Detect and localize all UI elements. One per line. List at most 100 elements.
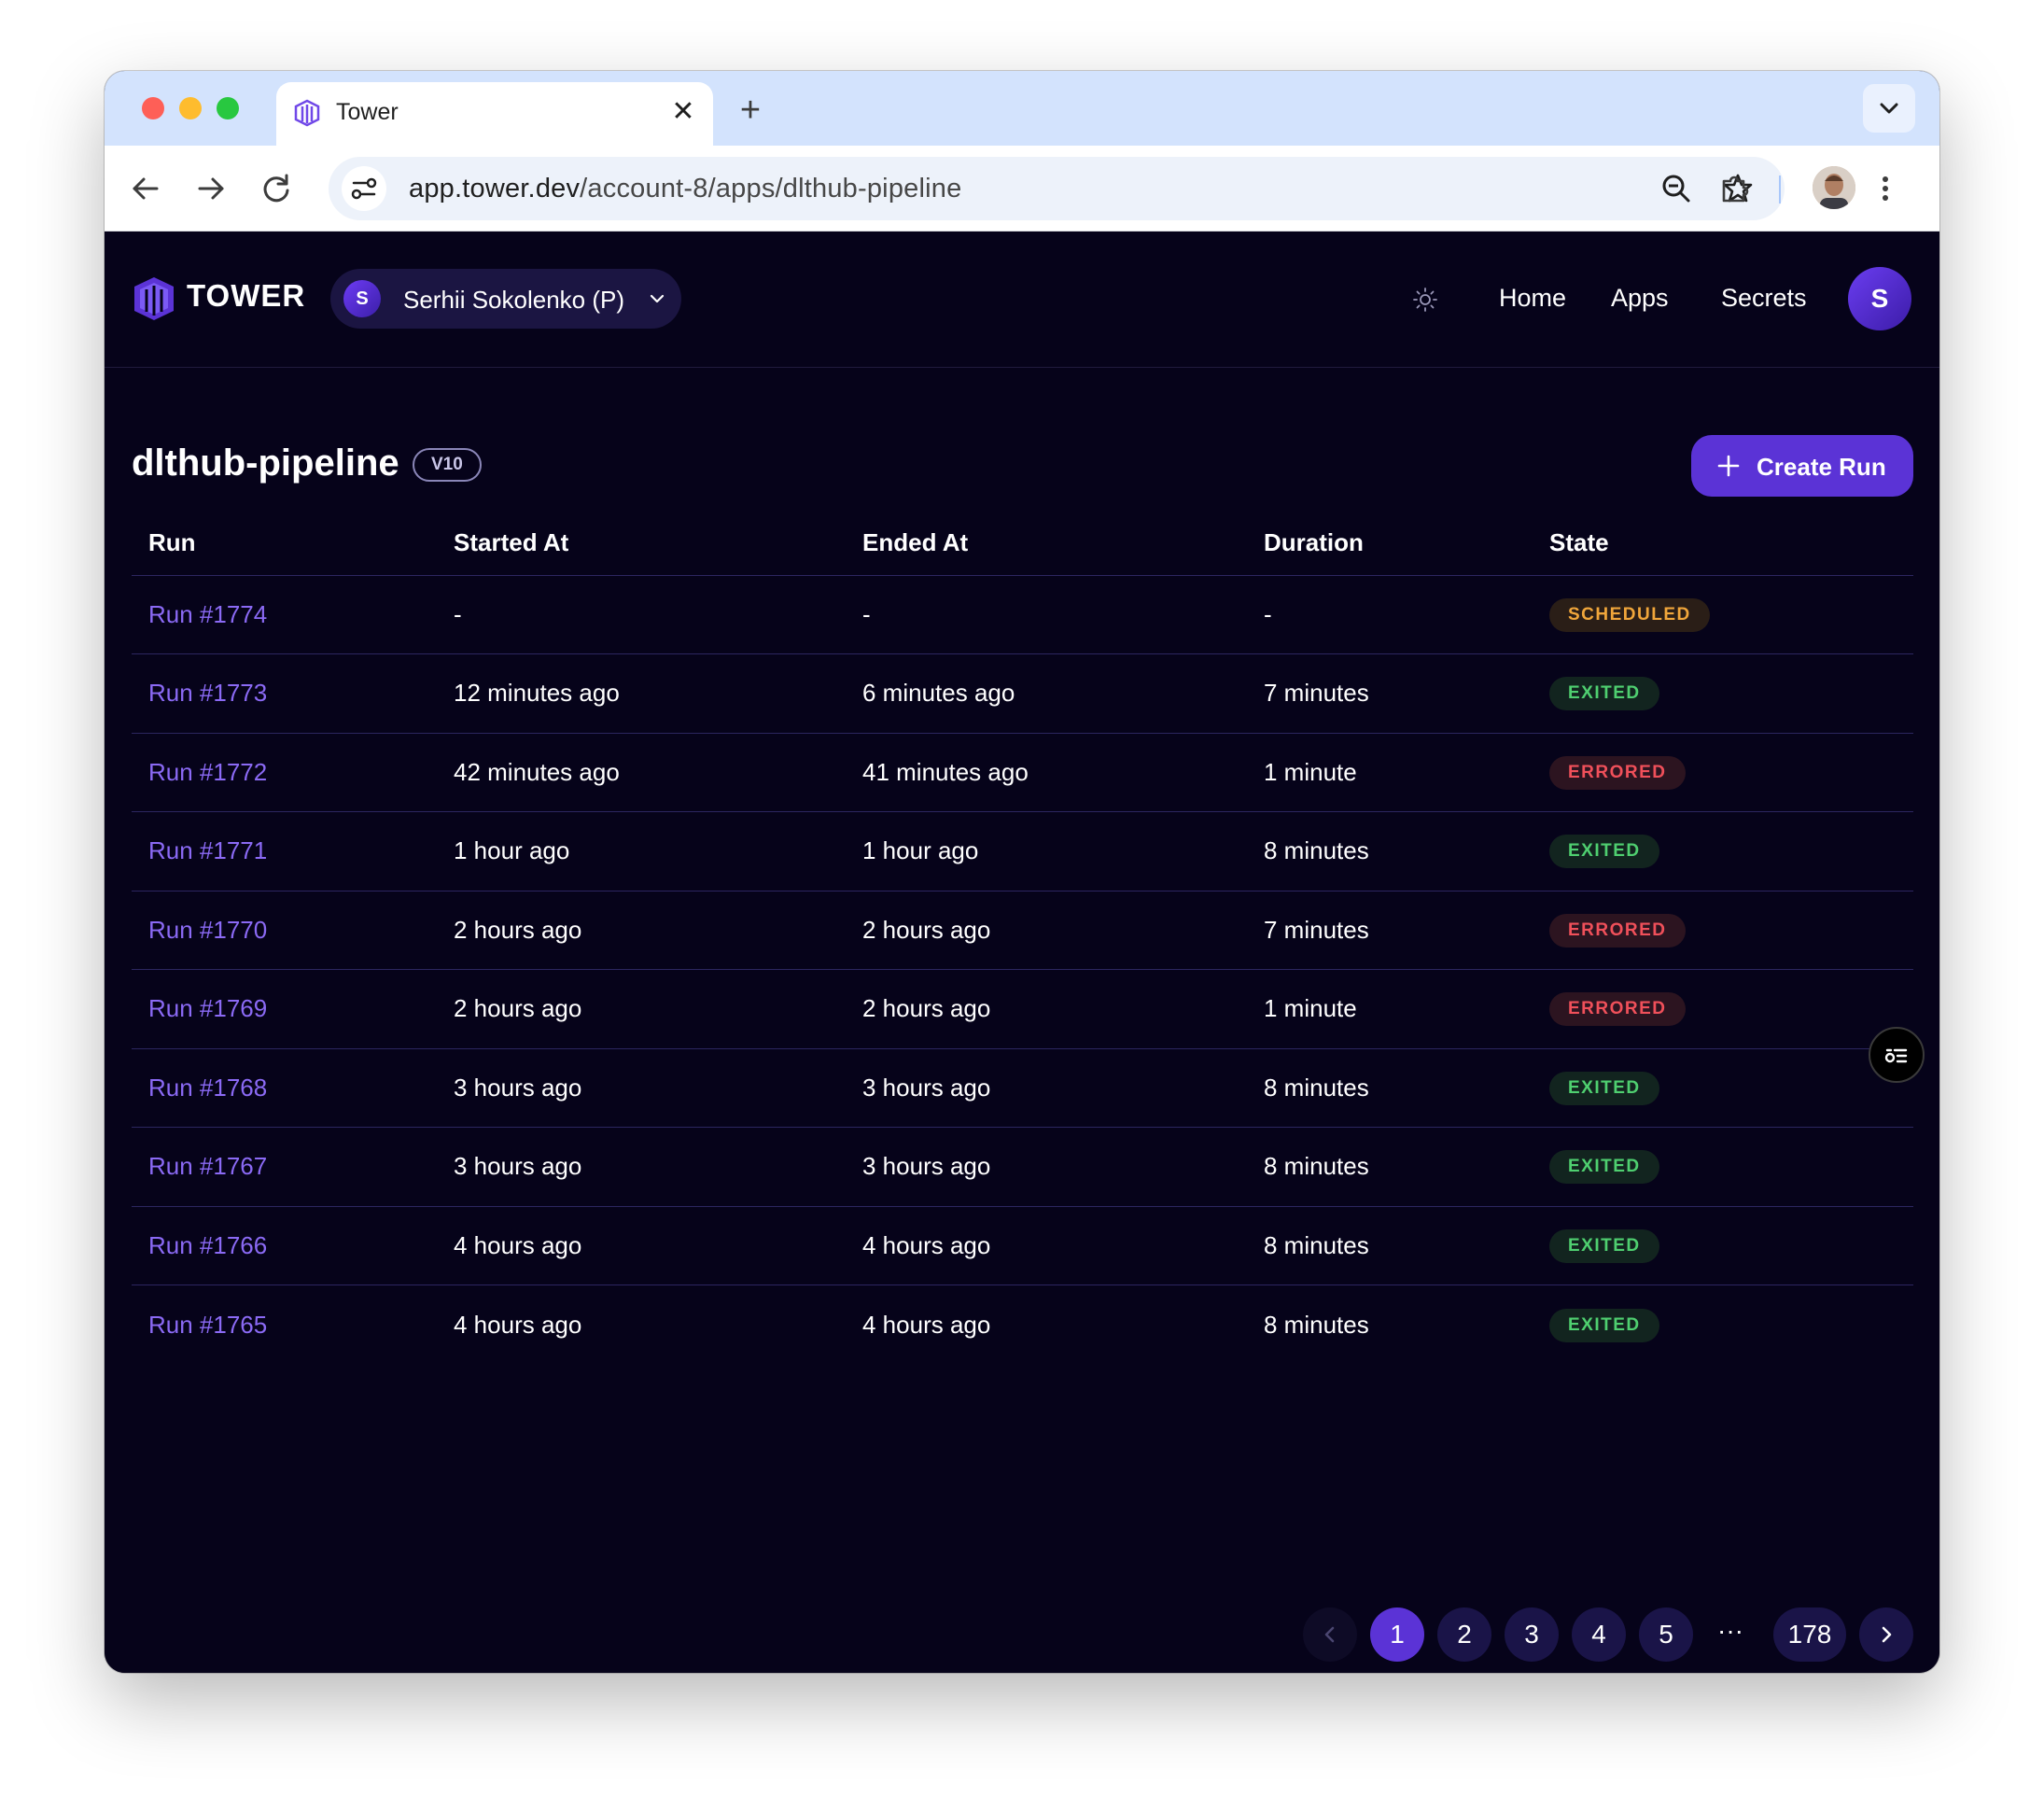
run-link[interactable]: Run #1771	[148, 836, 267, 864]
tune-icon	[351, 177, 377, 200]
run-link[interactable]: Run #1773	[148, 679, 267, 707]
nav-home[interactable]: Home	[1499, 284, 1566, 313]
page-button-3[interactable]: 3	[1505, 1607, 1559, 1662]
maximize-window-button[interactable]	[217, 97, 239, 119]
started-at-cell: 3 hours ago	[454, 1073, 582, 1102]
page-button-5[interactable]: 5	[1639, 1607, 1693, 1662]
table-cell-run: Run #1773	[132, 653, 437, 734]
run-link[interactable]: Run #1774	[148, 600, 267, 628]
page-button-1[interactable]: 1	[1370, 1607, 1424, 1662]
table-cell-state: EXITED	[1533, 811, 1913, 891]
close-window-button[interactable]	[142, 97, 164, 119]
run-link[interactable]: Run #1770	[148, 916, 267, 944]
create-run-button[interactable]: Create Run	[1691, 435, 1913, 497]
table-row[interactable]: Run #1772 42 minutes ago 41 minutes ago 1 m…	[132, 733, 1913, 812]
previous-page-button[interactable]	[1303, 1607, 1357, 1662]
table-cell-state: SCHEDULED	[1533, 575, 1913, 654]
close-tab-icon[interactable]: ✕	[666, 95, 700, 129]
runs-table: Run Started At Ended At Duration State R…	[132, 512, 1913, 1364]
column-header-run: Run	[132, 512, 437, 576]
profile-avatar[interactable]	[1813, 166, 1855, 209]
table-cell-started: 2 hours ago	[437, 891, 846, 970]
table-cell-ended: 3 hours ago	[846, 1127, 1247, 1207]
table-row[interactable]: Run #1769 2 hours ago 2 hours ago 1 minute E…	[132, 969, 1913, 1049]
table-cell-started: 1 hour ago	[437, 811, 846, 891]
table-row[interactable]: Run #1765 4 hours ago 4 hours ago 8 minutes…	[132, 1285, 1913, 1365]
run-link[interactable]: Run #1767	[148, 1152, 267, 1180]
table-cell-duration: 8 minutes	[1247, 1127, 1533, 1207]
table-cell-run: Run #1770	[132, 891, 437, 970]
arrow-left-icon[interactable]	[123, 166, 168, 211]
table-cell-started: 4 hours ago	[437, 1285, 846, 1365]
tower-logo-icon[interactable]	[131, 274, 177, 323]
state-badge: EXITED	[1549, 1071, 1659, 1105]
column-header-ended-at: Ended At	[846, 512, 1247, 576]
table-cell-run: Run #1768	[132, 1048, 437, 1128]
table-cell-duration: 8 minutes	[1247, 1206, 1533, 1285]
run-link[interactable]: Run #1769	[148, 994, 267, 1022]
zoom-out-icon[interactable]	[1654, 166, 1699, 211]
logo-text[interactable]: TOWER	[187, 278, 305, 314]
puzzle-icon[interactable]	[1712, 166, 1757, 211]
nav-secrets[interactable]: Secrets	[1721, 284, 1807, 313]
user-avatar[interactable]: S	[1848, 267, 1911, 330]
state-badge: EXITED	[1549, 835, 1659, 869]
table-cell-state: ERRORED	[1533, 969, 1913, 1049]
next-page-button[interactable]	[1859, 1607, 1913, 1662]
ended-at-cell: 4 hours ago	[862, 1230, 991, 1259]
table-row[interactable]: Run #1766 4 hours ago 4 hours ago 8 minutes…	[132, 1206, 1913, 1285]
run-link[interactable]: Run #1772	[148, 758, 267, 786]
table-cell-state: EXITED	[1533, 1206, 1913, 1285]
table-cell-state: EXITED	[1533, 1127, 1913, 1207]
table-row[interactable]: Run #1770 2 hours ago 2 hours ago 7 minutes…	[132, 891, 1913, 970]
table-row[interactable]: Run #1774 - - - SCHEDULED	[132, 575, 1913, 654]
tab-title: Tower	[336, 99, 399, 125]
arrow-right-icon[interactable]	[189, 166, 233, 211]
state-badge: ERRORED	[1549, 992, 1686, 1027]
runs-table-body: Run #1774 - - - SCHEDULED Run #1773 12 minutes…	[132, 575, 1913, 1364]
tower-app: TOWER S Serhii Sokolenko (P) Home Apps S…	[105, 232, 1939, 1673]
table-header-row: Run Started At Ended At Duration State	[132, 512, 1913, 576]
address-bar[interactable]: app.tower.dev/account-8/apps/dlthub-pipe…	[329, 157, 1785, 220]
site-info-button[interactable]	[342, 166, 386, 211]
run-link[interactable]: Run #1768	[148, 1074, 267, 1102]
url-text[interactable]: app.tower.dev/account-8/apps/dlthub-pipe…	[409, 174, 961, 204]
table-cell-state: EXITED	[1533, 653, 1913, 734]
ended-at-cell: 1 hour ago	[862, 836, 979, 865]
new-tab-button[interactable]: +	[730, 91, 771, 133]
run-link[interactable]: Run #1765	[148, 1311, 267, 1339]
table-row[interactable]: Run #1768 3 hours ago 3 hours ago 8 minutes…	[132, 1048, 1913, 1128]
ended-at-cell: -	[862, 599, 871, 628]
started-at-cell: 2 hours ago	[454, 915, 582, 944]
page-button-last[interactable]: 178	[1773, 1607, 1846, 1662]
table-cell-duration: -	[1247, 575, 1533, 654]
floating-action-button[interactable]	[1869, 1027, 1925, 1083]
sun-icon[interactable]	[1411, 286, 1439, 314]
page-title: dlthub-pipeline	[132, 442, 399, 484]
table-row[interactable]: Run #1773 12 minutes ago 6 minutes ago 7 mi…	[132, 653, 1913, 734]
started-at-cell: 2 hours ago	[454, 994, 582, 1023]
table-row[interactable]: Run #1771 1 hour ago 1 hour ago 8 minutes EX…	[132, 811, 1913, 891]
version-badge: V10	[413, 448, 482, 482]
plus-icon	[1717, 455, 1740, 477]
app-header: TOWER S Serhii Sokolenko (P) Home Apps S…	[105, 232, 1939, 368]
run-link[interactable]: Run #1766	[148, 1231, 267, 1259]
account-switcher[interactable]: S Serhii Sokolenko (P)	[330, 269, 681, 329]
ended-at-cell: 6 minutes ago	[862, 679, 1015, 708]
duration-cell: 8 minutes	[1264, 836, 1369, 865]
nav-apps[interactable]: Apps	[1611, 284, 1669, 313]
ended-at-cell: 41 minutes ago	[862, 757, 1029, 786]
tab-search-button[interactable]	[1863, 84, 1915, 133]
table-cell-ended: 4 hours ago	[846, 1206, 1247, 1285]
table-cell-duration: 1 minute	[1247, 733, 1533, 812]
reload-icon[interactable]	[254, 166, 299, 211]
url-host: app.tower.dev	[409, 174, 581, 204]
page-button-2[interactable]: 2	[1437, 1607, 1491, 1662]
browser-tab-tower[interactable]: Tower ✕	[276, 82, 713, 146]
table-cell-ended: 1 hour ago	[846, 811, 1247, 891]
table-row[interactable]: Run #1767 3 hours ago 3 hours ago 8 minutes…	[132, 1127, 1913, 1207]
page-button-4[interactable]: 4	[1572, 1607, 1626, 1662]
minimize-window-button[interactable]	[179, 97, 202, 119]
started-at-cell: 12 minutes ago	[454, 679, 620, 708]
kebab-menu-icon[interactable]	[1863, 166, 1908, 211]
